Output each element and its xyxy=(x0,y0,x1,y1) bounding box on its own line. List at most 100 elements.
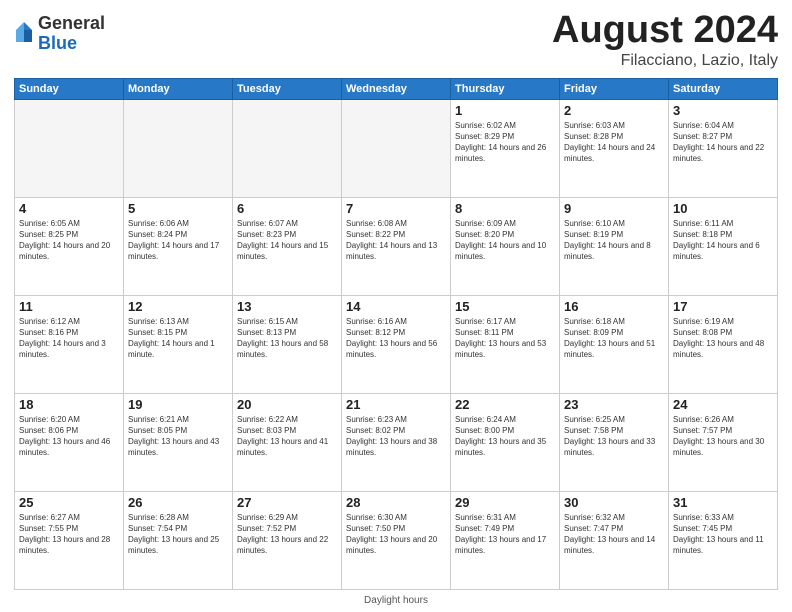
day-info: Sunrise: 6:31 AM Sunset: 7:49 PM Dayligh… xyxy=(455,512,555,557)
calendar-cell: 20 Sunrise: 6:22 AM Sunset: 8:03 PM Dayli… xyxy=(233,393,342,491)
day-info: Sunrise: 6:28 AM Sunset: 7:54 PM Dayligh… xyxy=(128,512,228,557)
calendar-cell: 18 Sunrise: 6:20 AM Sunset: 8:06 PM Dayli… xyxy=(15,393,124,491)
week-row-3: 11 Sunrise: 6:12 AM Sunset: 8:16 PM Dayli… xyxy=(15,295,778,393)
day-info: Sunrise: 6:15 AM Sunset: 8:13 PM Dayligh… xyxy=(237,316,337,361)
day-number: 24 xyxy=(673,397,773,412)
calendar-cell: 14 Sunrise: 6:16 AM Sunset: 8:12 PM Dayli… xyxy=(342,295,451,393)
calendar-cell: 23 Sunrise: 6:25 AM Sunset: 7:58 PM Dayli… xyxy=(560,393,669,491)
day-info: Sunrise: 6:11 AM Sunset: 8:18 PM Dayligh… xyxy=(673,218,773,263)
day-info: Sunrise: 6:27 AM Sunset: 7:55 PM Dayligh… xyxy=(19,512,119,557)
day-number: 13 xyxy=(237,299,337,314)
day-number: 2 xyxy=(564,103,664,118)
calendar-cell xyxy=(233,99,342,197)
calendar-cell: 16Sunrise: 6:18 AM Sunset: 8:09 PM Dayli… xyxy=(560,295,669,393)
weekday-header-wednesday: Wednesday xyxy=(342,78,451,99)
calendar-cell: 26Sunrise: 6:28 AM Sunset: 7:54 PM Dayli… xyxy=(124,491,233,589)
footer-label: Daylight hours xyxy=(364,595,428,606)
calendar-cell: 21 Sunrise: 6:23 AM Sunset: 8:02 PM Dayli… xyxy=(342,393,451,491)
day-info: Sunrise: 6:10 AM Sunset: 8:19 PM Dayligh… xyxy=(564,218,664,263)
calendar-cell: 29Sunrise: 6:31 AM Sunset: 7:49 PM Dayli… xyxy=(451,491,560,589)
day-number: 28 xyxy=(346,495,446,510)
calendar-cell: 2Sunrise: 6:03 AM Sunset: 8:28 PM Daylig… xyxy=(560,99,669,197)
weekday-header-tuesday: Tuesday xyxy=(233,78,342,99)
day-number: 4 xyxy=(19,201,119,216)
logo-blue-text: Blue xyxy=(38,33,77,53)
day-info: Sunrise: 6:29 AM Sunset: 7:52 PM Dayligh… xyxy=(237,512,337,557)
sub-title: Filacciano, Lazio, Italy xyxy=(552,52,778,70)
day-info: Sunrise: 6:22 AM Sunset: 8:03 PM Dayligh… xyxy=(237,414,337,459)
day-info: Sunrise: 6:13 AM Sunset: 8:15 PM Dayligh… xyxy=(128,316,228,361)
day-number: 3 xyxy=(673,103,773,118)
day-info: Sunrise: 6:02 AM Sunset: 8:29 PM Dayligh… xyxy=(455,120,555,165)
day-info: Sunrise: 6:21 AM Sunset: 8:05 PM Dayligh… xyxy=(128,414,228,459)
calendar-cell: 6Sunrise: 6:07 AM Sunset: 8:23 PM Daylig… xyxy=(233,197,342,295)
calendar-cell: 30 Sunrise: 6:32 AM Sunset: 7:47 PM Dayli… xyxy=(560,491,669,589)
day-info: Sunrise: 6:25 AM Sunset: 7:58 PM Dayligh… xyxy=(564,414,664,459)
footer: Daylight hours xyxy=(14,593,778,606)
day-info: Sunrise: 6:32 AM Sunset: 7:47 PM Dayligh… xyxy=(564,512,664,557)
calendar-cell: 7 Sunrise: 6:08 AM Sunset: 8:22 PM Daylig… xyxy=(342,197,451,295)
day-number: 20 xyxy=(237,397,337,412)
day-info: Sunrise: 6:08 AM Sunset: 8:22 PM Dayligh… xyxy=(346,218,446,263)
calendar-cell: 1 Sunrise: 6:02 AM Sunset: 8:29 PM Daylig… xyxy=(451,99,560,197)
header: General Blue August 2024 Filacciano, Laz… xyxy=(14,10,778,70)
logo-icon xyxy=(14,20,34,48)
calendar-cell: 27Sunrise: 6:29 AM Sunset: 7:52 PM Dayli… xyxy=(233,491,342,589)
week-row-4: 18 Sunrise: 6:20 AM Sunset: 8:06 PM Dayli… xyxy=(15,393,778,491)
day-number: 15 xyxy=(455,299,555,314)
day-number: 18 xyxy=(19,397,119,412)
day-number: 12 xyxy=(128,299,228,314)
main-title: August 2024 xyxy=(552,10,778,52)
calendar-table: SundayMondayTuesdayWednesdayThursdayFrid… xyxy=(14,78,778,590)
day-number: 25 xyxy=(19,495,119,510)
day-number: 23 xyxy=(564,397,664,412)
day-number: 9 xyxy=(564,201,664,216)
day-number: 21 xyxy=(346,397,446,412)
calendar-cell: 8 Sunrise: 6:09 AM Sunset: 8:20 PM Daylig… xyxy=(451,197,560,295)
day-info: Sunrise: 6:04 AM Sunset: 8:27 PM Dayligh… xyxy=(673,120,773,165)
calendar-cell: 13 Sunrise: 6:15 AM Sunset: 8:13 PM Dayli… xyxy=(233,295,342,393)
day-info: Sunrise: 6:16 AM Sunset: 8:12 PM Dayligh… xyxy=(346,316,446,361)
day-number: 7 xyxy=(346,201,446,216)
day-info: Sunrise: 6:23 AM Sunset: 8:02 PM Dayligh… xyxy=(346,414,446,459)
calendar-cell: 10 Sunrise: 6:11 AM Sunset: 8:18 PM Dayli… xyxy=(669,197,778,295)
page: General Blue August 2024 Filacciano, Laz… xyxy=(0,0,792,612)
day-number: 10 xyxy=(673,201,773,216)
weekday-header-monday: Monday xyxy=(124,78,233,99)
calendar-cell: 5 Sunrise: 6:06 AM Sunset: 8:24 PM Daylig… xyxy=(124,197,233,295)
day-number: 8 xyxy=(455,201,555,216)
day-info: Sunrise: 6:18 AM Sunset: 8:09 PM Dayligh… xyxy=(564,316,664,361)
day-info: Sunrise: 6:05 AM Sunset: 8:25 PM Dayligh… xyxy=(19,218,119,263)
day-number: 11 xyxy=(19,299,119,314)
calendar-cell: 22 Sunrise: 6:24 AM Sunset: 8:00 PM Dayli… xyxy=(451,393,560,491)
day-info: Sunrise: 6:12 AM Sunset: 8:16 PM Dayligh… xyxy=(19,316,119,361)
weekday-header-thursday: Thursday xyxy=(451,78,560,99)
calendar-cell: 11 Sunrise: 6:12 AM Sunset: 8:16 PM Dayli… xyxy=(15,295,124,393)
day-number: 1 xyxy=(455,103,555,118)
weekday-header-friday: Friday xyxy=(560,78,669,99)
day-info: Sunrise: 6:33 AM Sunset: 7:45 PM Dayligh… xyxy=(673,512,773,557)
day-number: 17 xyxy=(673,299,773,314)
day-info: Sunrise: 6:26 AM Sunset: 7:57 PM Dayligh… xyxy=(673,414,773,459)
weekday-header-sunday: Sunday xyxy=(15,78,124,99)
day-info: Sunrise: 6:20 AM Sunset: 8:06 PM Dayligh… xyxy=(19,414,119,459)
day-number: 5 xyxy=(128,201,228,216)
calendar-cell xyxy=(124,99,233,197)
week-row-2: 4 Sunrise: 6:05 AM Sunset: 8:25 PM Daylig… xyxy=(15,197,778,295)
day-info: Sunrise: 6:24 AM Sunset: 8:00 PM Dayligh… xyxy=(455,414,555,459)
day-number: 30 xyxy=(564,495,664,510)
weekday-header-row: SundayMondayTuesdayWednesdayThursdayFrid… xyxy=(15,78,778,99)
calendar-cell: 3 Sunrise: 6:04 AM Sunset: 8:27 PM Daylig… xyxy=(669,99,778,197)
week-row-5: 25 Sunrise: 6:27 AM Sunset: 7:55 PM Dayli… xyxy=(15,491,778,589)
calendar-cell: 24 Sunrise: 6:26 AM Sunset: 7:57 PM Dayli… xyxy=(669,393,778,491)
day-info: Sunrise: 6:30 AM Sunset: 7:50 PM Dayligh… xyxy=(346,512,446,557)
day-info: Sunrise: 6:09 AM Sunset: 8:20 PM Dayligh… xyxy=(455,218,555,263)
title-block: August 2024 Filacciano, Lazio, Italy xyxy=(552,10,778,70)
day-info: Sunrise: 6:06 AM Sunset: 8:24 PM Dayligh… xyxy=(128,218,228,263)
day-number: 14 xyxy=(346,299,446,314)
day-info: Sunrise: 6:19 AM Sunset: 8:08 PM Dayligh… xyxy=(673,316,773,361)
day-number: 6 xyxy=(237,201,337,216)
calendar-cell: 17 Sunrise: 6:19 AM Sunset: 8:08 PM Dayli… xyxy=(669,295,778,393)
calendar-cell: 9 Sunrise: 6:10 AM Sunset: 8:19 PM Daylig… xyxy=(560,197,669,295)
day-number: 22 xyxy=(455,397,555,412)
